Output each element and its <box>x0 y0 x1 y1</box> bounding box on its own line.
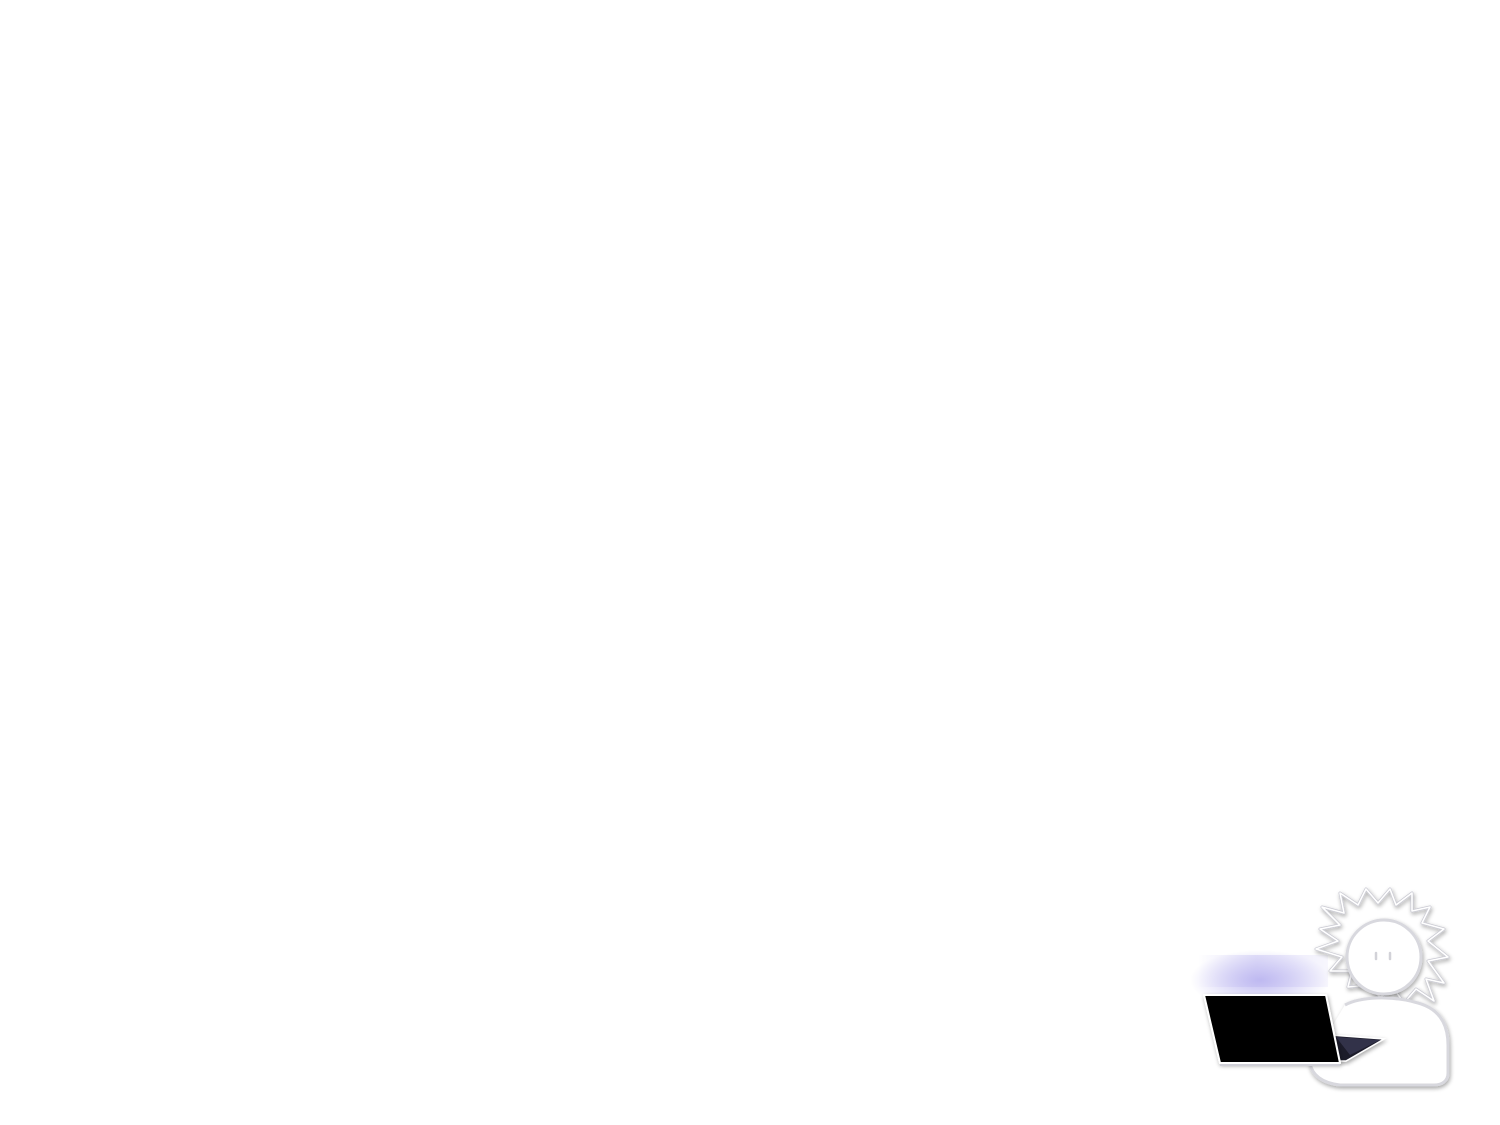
person-with-laptop-icon <box>1190 885 1470 1095</box>
blank-slide-canvas <box>0 0 1500 1125</box>
face-outline <box>1345 918 1423 996</box>
laptop-screen <box>1203 994 1341 1064</box>
